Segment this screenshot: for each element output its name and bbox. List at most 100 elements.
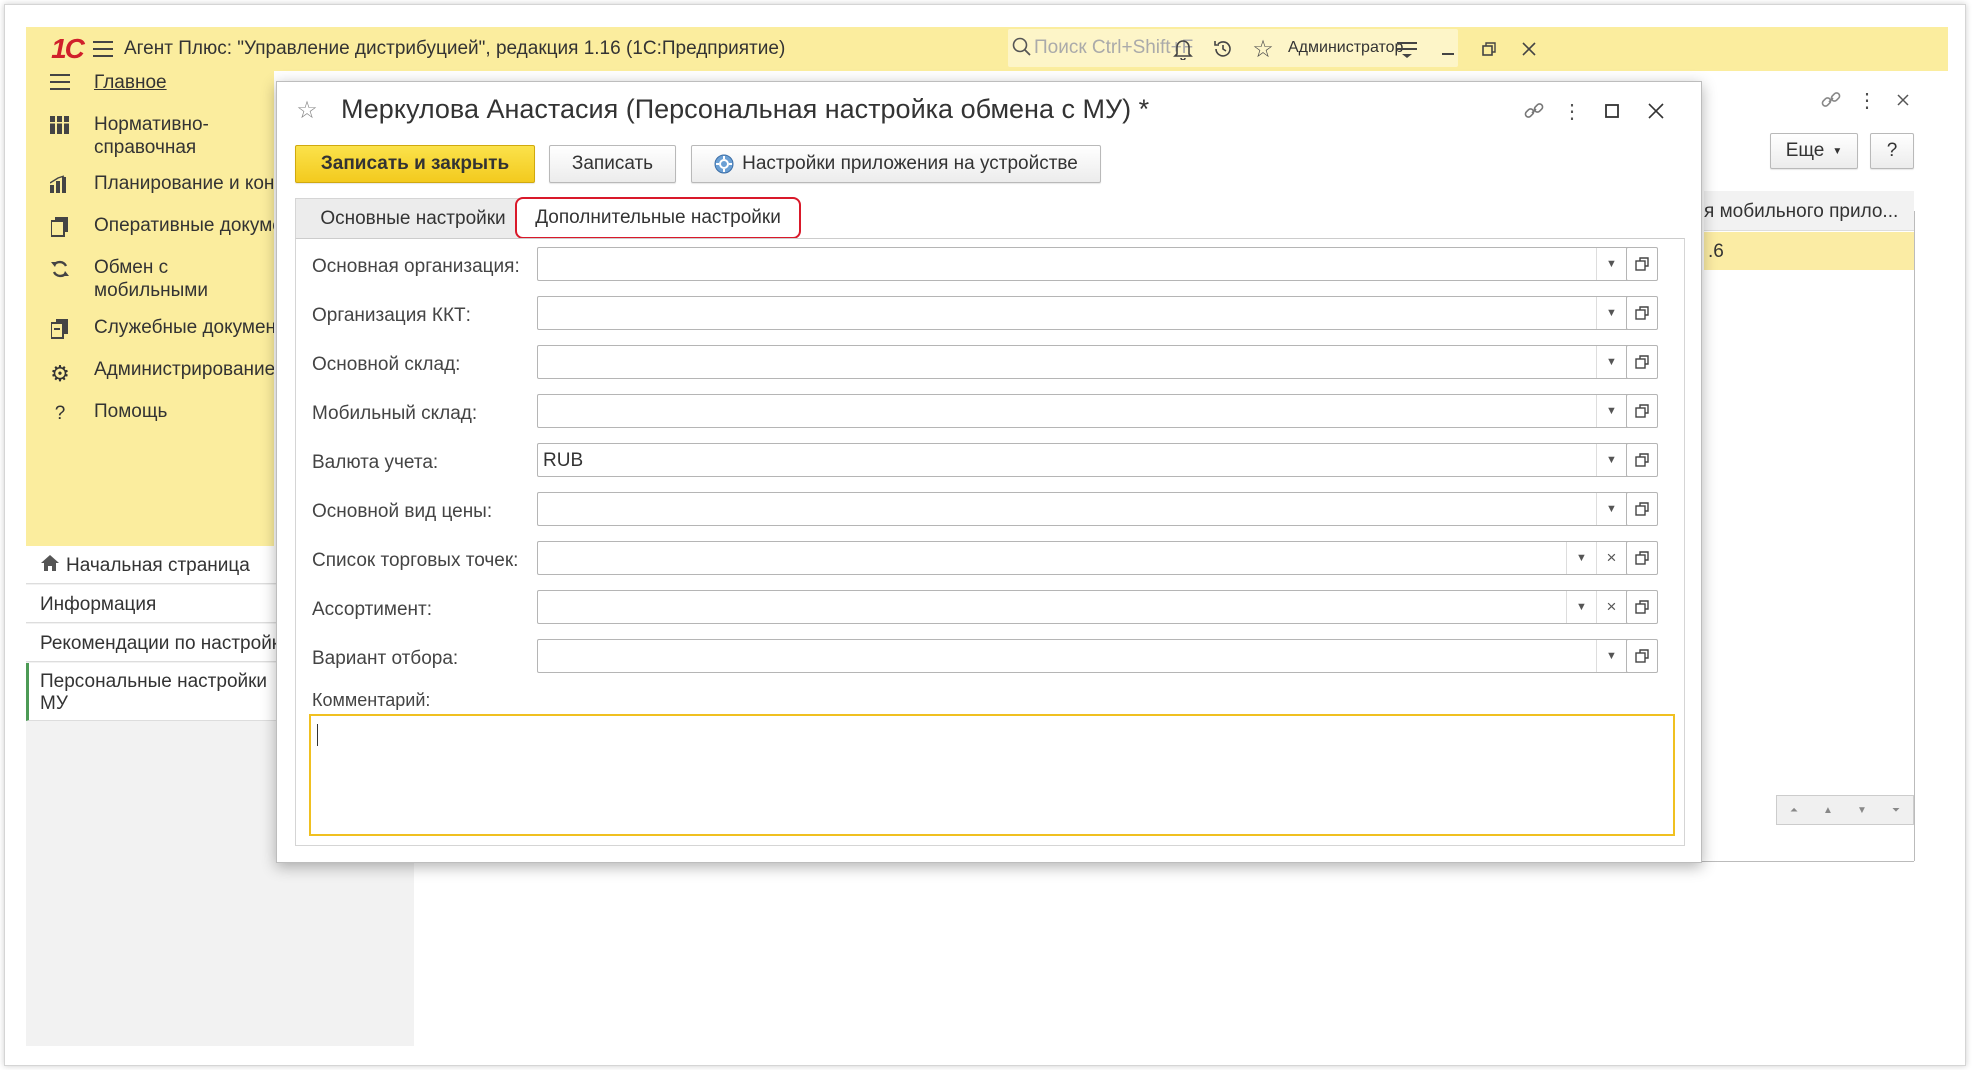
last-row-icon[interactable]: ⏷	[1879, 796, 1913, 824]
save-button[interactable]: Записать	[549, 145, 676, 183]
link-icon[interactable]	[1517, 94, 1551, 128]
section-label: Оперативные документы	[94, 215, 274, 236]
tab-additional-settings[interactable]: Дополнительные настройки	[515, 197, 801, 239]
next-row-icon[interactable]: ▼	[1845, 796, 1879, 824]
field-label: Основной вид цены:	[312, 501, 493, 522]
section-administration[interactable]: ⚙ Администрирование	[26, 358, 274, 387]
field-input[interactable]: RUB ▼	[537, 443, 1658, 477]
section-label: Нормативно-справочная информация	[94, 114, 209, 158]
bar-chart-icon	[26, 172, 94, 193]
field-input[interactable]: ▼ ×	[537, 541, 1658, 575]
first-row-icon[interactable]: ⏶	[1777, 796, 1811, 824]
section-help[interactable]: ? Помощь	[26, 400, 274, 425]
help-button[interactable]: ?	[1870, 133, 1914, 169]
section-label: Обмен с мобильными устройствами	[94, 257, 208, 301]
link-icon[interactable]	[1814, 85, 1848, 115]
field-label: Основная организация:	[312, 256, 520, 277]
table-row[interactable]: .6	[1704, 232, 1914, 270]
open-form-icon[interactable]	[1626, 296, 1658, 330]
clear-icon[interactable]: ×	[1596, 591, 1626, 623]
app-settings-button[interactable]: Настройки приложения на устройстве	[691, 145, 1101, 183]
comment-label: Комментарий:	[312, 690, 431, 710]
maximize-icon[interactable]	[1595, 94, 1629, 128]
documents-icon	[26, 214, 94, 237]
open-form-icon[interactable]	[1626, 247, 1658, 281]
search-icon	[1012, 37, 1032, 63]
bell-icon[interactable]	[1166, 31, 1200, 67]
field-label: Вариант отбора:	[312, 648, 459, 669]
more-button-label: Еще	[1785, 140, 1825, 161]
section-catalogs[interactable]: Нормативно-справочная информация	[26, 113, 274, 159]
field-label: Основной склад:	[312, 354, 461, 375]
user-name[interactable]: Администратор	[1288, 39, 1403, 57]
favorite-star-icon[interactable]: ☆	[293, 96, 321, 124]
section-mobile-exchange[interactable]: Обмен с мобильными устройствами	[26, 256, 274, 302]
home-icon	[40, 554, 60, 578]
catalog-icon	[26, 113, 94, 134]
settings-menu-icon[interactable]	[1390, 31, 1424, 67]
sections-panel: Главное Нормативно-справочная информация…	[26, 71, 274, 546]
restore-icon[interactable]	[1472, 31, 1506, 67]
field-value: RUB	[543, 450, 584, 471]
field-input[interactable]: ▼	[537, 639, 1658, 673]
section-main[interactable]: Главное	[26, 71, 274, 94]
title-bar: 1С Агент Плюс: "Управление дистрибуцией"…	[26, 27, 1948, 71]
close-dialog-icon[interactable]	[1639, 94, 1673, 128]
close-window-icon[interactable]	[1512, 31, 1546, 67]
dialog-title: Меркулова Анастасия (Персональная настро…	[341, 94, 1150, 124]
field-input[interactable]: ▼	[537, 345, 1658, 379]
dropdown-arrow-icon[interactable]: ▼	[1596, 297, 1626, 329]
section-service-docs[interactable]: Служебные документы	[26, 316, 274, 339]
sync-icon	[26, 256, 94, 279]
panel-item-label: Информация	[40, 594, 157, 615]
main-menu-icon[interactable]	[84, 31, 122, 67]
panel-item-label: Рекомендации по настройке	[40, 633, 291, 654]
field-label: Валюта учета:	[312, 452, 439, 473]
settings-dialog: ☆ Меркулова Анастасия (Персональная наст…	[276, 81, 1702, 863]
more-vertical-icon[interactable]: ⋮	[1557, 94, 1587, 128]
open-form-icon[interactable]	[1626, 345, 1658, 379]
table-border-right	[1914, 211, 1915, 861]
field-input[interactable]: ▼	[537, 492, 1658, 526]
question-icon: ?	[54, 403, 66, 424]
dropdown-arrow-icon[interactable]: ▼	[1596, 640, 1626, 672]
clear-icon[interactable]: ×	[1596, 542, 1626, 574]
history-icon[interactable]	[1206, 31, 1240, 67]
field-input[interactable]: ▼ ×	[537, 590, 1658, 624]
close-icon[interactable]	[1888, 85, 1918, 115]
prev-row-icon[interactable]: ▲	[1811, 796, 1845, 824]
more-vertical-icon[interactable]: ⋮	[1852, 85, 1882, 115]
more-button[interactable]: Еще ▼	[1770, 133, 1858, 169]
dropdown-arrow-icon[interactable]: ▼	[1596, 346, 1626, 378]
field-input[interactable]: ▼	[537, 247, 1658, 281]
tab-main-settings[interactable]: Основные настройки	[295, 198, 531, 238]
favorites-star-icon[interactable]: ☆	[1246, 31, 1280, 67]
open-form-icon[interactable]	[1626, 541, 1658, 575]
section-label: Администрирование	[94, 359, 274, 380]
dropdown-arrow-icon[interactable]: ▼	[1566, 591, 1596, 623]
dropdown-arrow-icon[interactable]: ▼	[1596, 395, 1626, 427]
dropdown-arrow-icon[interactable]: ▼	[1596, 493, 1626, 525]
minimize-icon[interactable]	[1432, 31, 1466, 67]
comment-textarea[interactable]	[309, 714, 1675, 836]
section-operational-docs[interactable]: Оперативные документы	[26, 214, 274, 237]
open-form-icon[interactable]	[1626, 639, 1658, 673]
menu-lines-icon	[26, 71, 94, 90]
table-cell: .6	[1708, 241, 1724, 262]
gear-icon: ⚙	[50, 361, 70, 386]
open-form-icon[interactable]	[1626, 590, 1658, 624]
dropdown-arrow-icon[interactable]: ▼	[1566, 542, 1596, 574]
field-input[interactable]: ▼	[537, 296, 1658, 330]
save-and-close-button[interactable]: Записать и закрыть	[295, 145, 535, 183]
open-form-icon[interactable]	[1626, 443, 1658, 477]
section-planning[interactable]: Планирование и контроль	[26, 172, 274, 195]
dropdown-arrow-icon[interactable]: ▼	[1596, 444, 1626, 476]
app-title: Агент Плюс: "Управление дистрибуцией", р…	[124, 38, 786, 59]
dropdown-arrow-icon[interactable]: ▼	[1596, 248, 1626, 280]
open-form-icon[interactable]	[1626, 492, 1658, 526]
column-header[interactable]: я мобильного прило...	[1704, 191, 1914, 231]
field-input[interactable]: ▼	[537, 394, 1658, 428]
open-form-icon[interactable]	[1626, 394, 1658, 428]
column-header-label: я мобильного прило...	[1704, 201, 1899, 222]
field-label: Ассортимент:	[312, 599, 433, 620]
